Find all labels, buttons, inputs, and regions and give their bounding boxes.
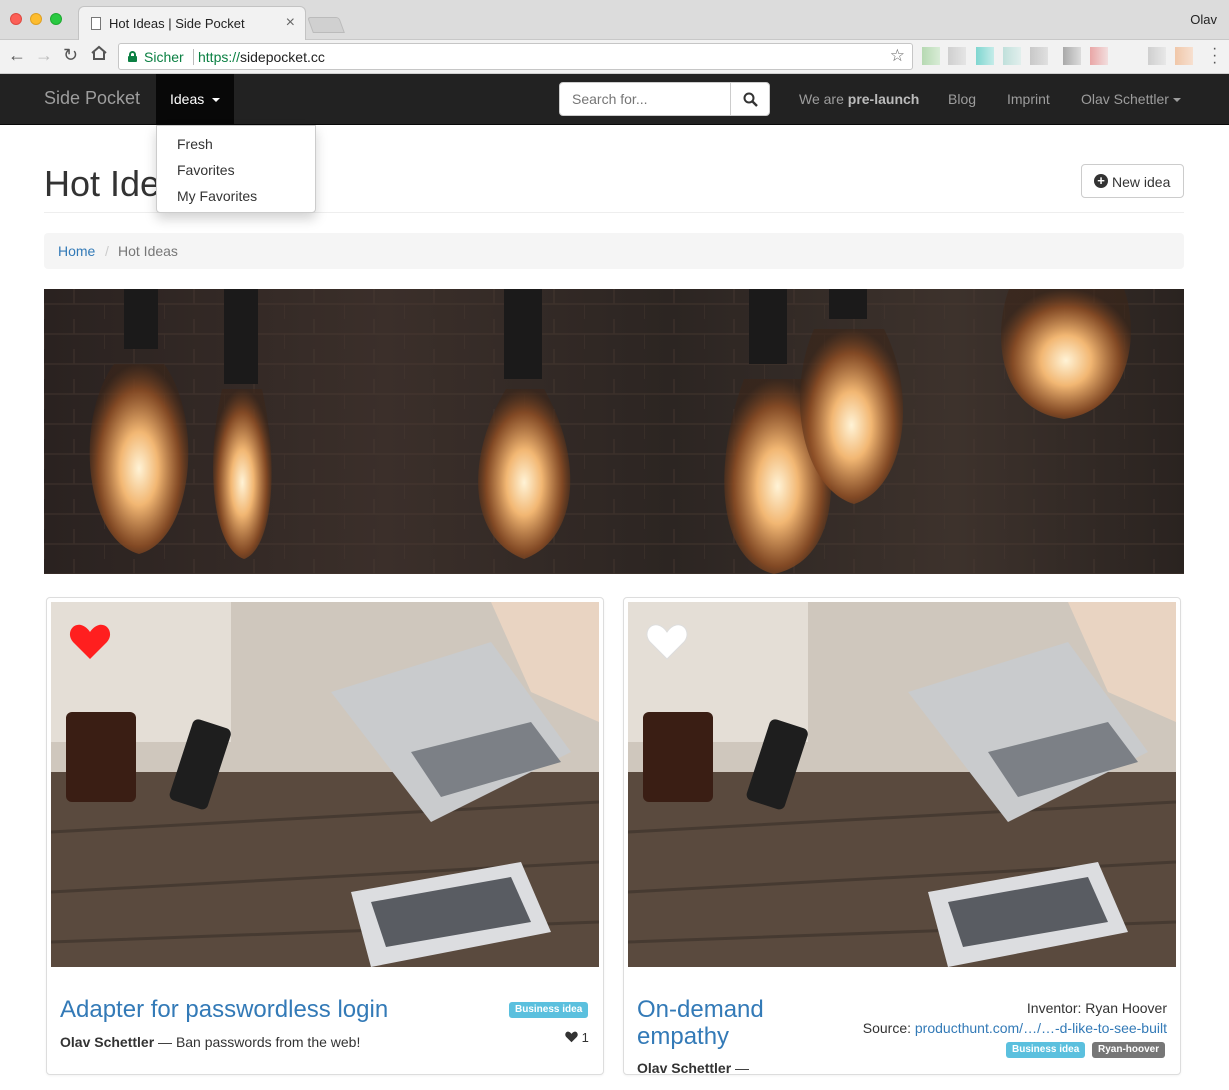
idea-tagline: Ban passwords from the web! [175, 1034, 361, 1050]
author-name: Olav Schettler [637, 1060, 732, 1075]
lock-icon [128, 51, 137, 62]
heart-icon [565, 1031, 578, 1043]
tab-title: Hot Ideas | Side Pocket [109, 16, 245, 31]
browser-toolbar: ← → ↻ Sicher https://sidepocket.cc ☆ · · · [0, 40, 1229, 74]
nav-user-dropdown[interactable]: Olav Schettler [1081, 91, 1181, 107]
browser-tab-active[interactable]: Hot Ideas | Side Pocket × [78, 6, 306, 41]
new-idea-label: New idea [1112, 174, 1171, 190]
reload-icon[interactable]: ↻ [63, 45, 78, 66]
idea-title-link[interactable]: On-demand empathy [637, 996, 807, 1050]
favorites-count[interactable]: 1 [565, 1030, 589, 1045]
extension-icon[interactable] [1148, 47, 1166, 65]
extension-icon[interactable] [922, 47, 940, 65]
caret-down-icon [212, 98, 220, 102]
nav-blog-link[interactable]: Blog [948, 91, 976, 107]
idea-meta: Olav Schettler — Ban passwords from the … [60, 1034, 361, 1050]
site-navbar: Side Pocket Ideas We are pre-launch Blog… [0, 74, 1229, 125]
back-arrow-icon[interactable]: ← [8, 45, 26, 66]
browser-menu-icon[interactable]: · · · [1212, 41, 1217, 71]
nav-prelaunch-link[interactable]: We are pre-launch [799, 91, 919, 107]
address-separator [193, 49, 194, 65]
url-text: https://sidepocket.cc [198, 49, 325, 65]
search-button[interactable] [730, 82, 770, 116]
hero-image [44, 289, 1184, 574]
source-link[interactable]: producthunt.com/…/…-d-like-to-see-built [915, 1020, 1167, 1036]
idea-source: Source: producthunt.com/…/…-d-like-to-se… [862, 1020, 1167, 1036]
zoom-window-button[interactable] [50, 13, 62, 25]
nav-ideas-label: Ideas [170, 91, 205, 107]
breadcrumb-current: Hot Ideas [118, 243, 178, 259]
extension-icon[interactable] [1003, 47, 1021, 65]
nav-imprint-link[interactable]: Imprint [1007, 91, 1050, 107]
dropdown-item-fresh[interactable]: Fresh [177, 136, 213, 152]
nav-ideas-dropdown-toggle[interactable]: Ideas [156, 74, 234, 124]
heart-outline-icon[interactable] [646, 623, 688, 661]
caret-down-icon [1172, 98, 1181, 103]
new-tab-button[interactable] [307, 17, 345, 33]
new-idea-button[interactable]: + New idea [1081, 164, 1184, 198]
extension-icon[interactable] [948, 47, 966, 65]
extension-icon[interactable] [1175, 47, 1193, 65]
breadcrumb-separator: / [105, 243, 109, 259]
brand-link[interactable]: Side Pocket [44, 88, 140, 109]
idea-photo [51, 602, 599, 967]
idea-meta: Olav Schettler — [637, 1060, 750, 1075]
dropdown-item-favorites[interactable]: Favorites [177, 162, 235, 178]
browser-tab-strip: Hot Ideas | Side Pocket × Olav [0, 0, 1229, 41]
idea-title-link[interactable]: Adapter for passwordless login [60, 996, 388, 1023]
minimize-window-button[interactable] [30, 13, 42, 25]
profile-name[interactable]: Olav [1190, 12, 1217, 27]
extension-icon[interactable] [1063, 47, 1081, 65]
bookmark-star-icon[interactable]: ☆ [890, 46, 905, 66]
extension-icon[interactable] [1030, 47, 1048, 65]
idea-card[interactable]: On-demand empathy Inventor: Ryan Hoover … [623, 597, 1181, 1075]
dropdown-item-my-favorites[interactable]: My Favorites [177, 188, 257, 204]
page-icon [91, 17, 101, 30]
label-business-idea[interactable]: Business idea [1006, 1042, 1086, 1058]
breadcrumb: Home / Hot Ideas [44, 233, 1184, 269]
heart-icon[interactable] [69, 623, 111, 661]
close-window-button[interactable] [10, 13, 22, 25]
search-input[interactable] [559, 82, 731, 116]
address-bar[interactable]: Sicher https://sidepocket.cc ☆ [118, 43, 913, 70]
forward-arrow-icon[interactable]: → [35, 45, 53, 66]
idea-card[interactable]: Adapter for passwordless login Business … [46, 597, 604, 1075]
label-business-idea[interactable]: Business idea [509, 1002, 589, 1018]
idea-photo [628, 602, 1176, 967]
idea-inventor: Inventor: Ryan Hoover [1026, 1000, 1167, 1016]
plus-circle-icon: + [1094, 174, 1108, 188]
tab-close-icon[interactable]: × [286, 14, 295, 32]
search-icon [743, 92, 758, 107]
secure-label: Sicher [144, 49, 184, 65]
label-ryan-hoover[interactable]: Ryan-hoover [1092, 1042, 1166, 1058]
breadcrumb-home-link[interactable]: Home [58, 243, 95, 259]
extension-icon[interactable] [1090, 47, 1108, 65]
extension-icon[interactable] [976, 47, 994, 65]
ideas-dropdown-menu: Fresh Favorites My Favorites [156, 125, 316, 213]
author-name: Olav Schettler [60, 1034, 155, 1050]
home-icon[interactable] [90, 45, 108, 66]
